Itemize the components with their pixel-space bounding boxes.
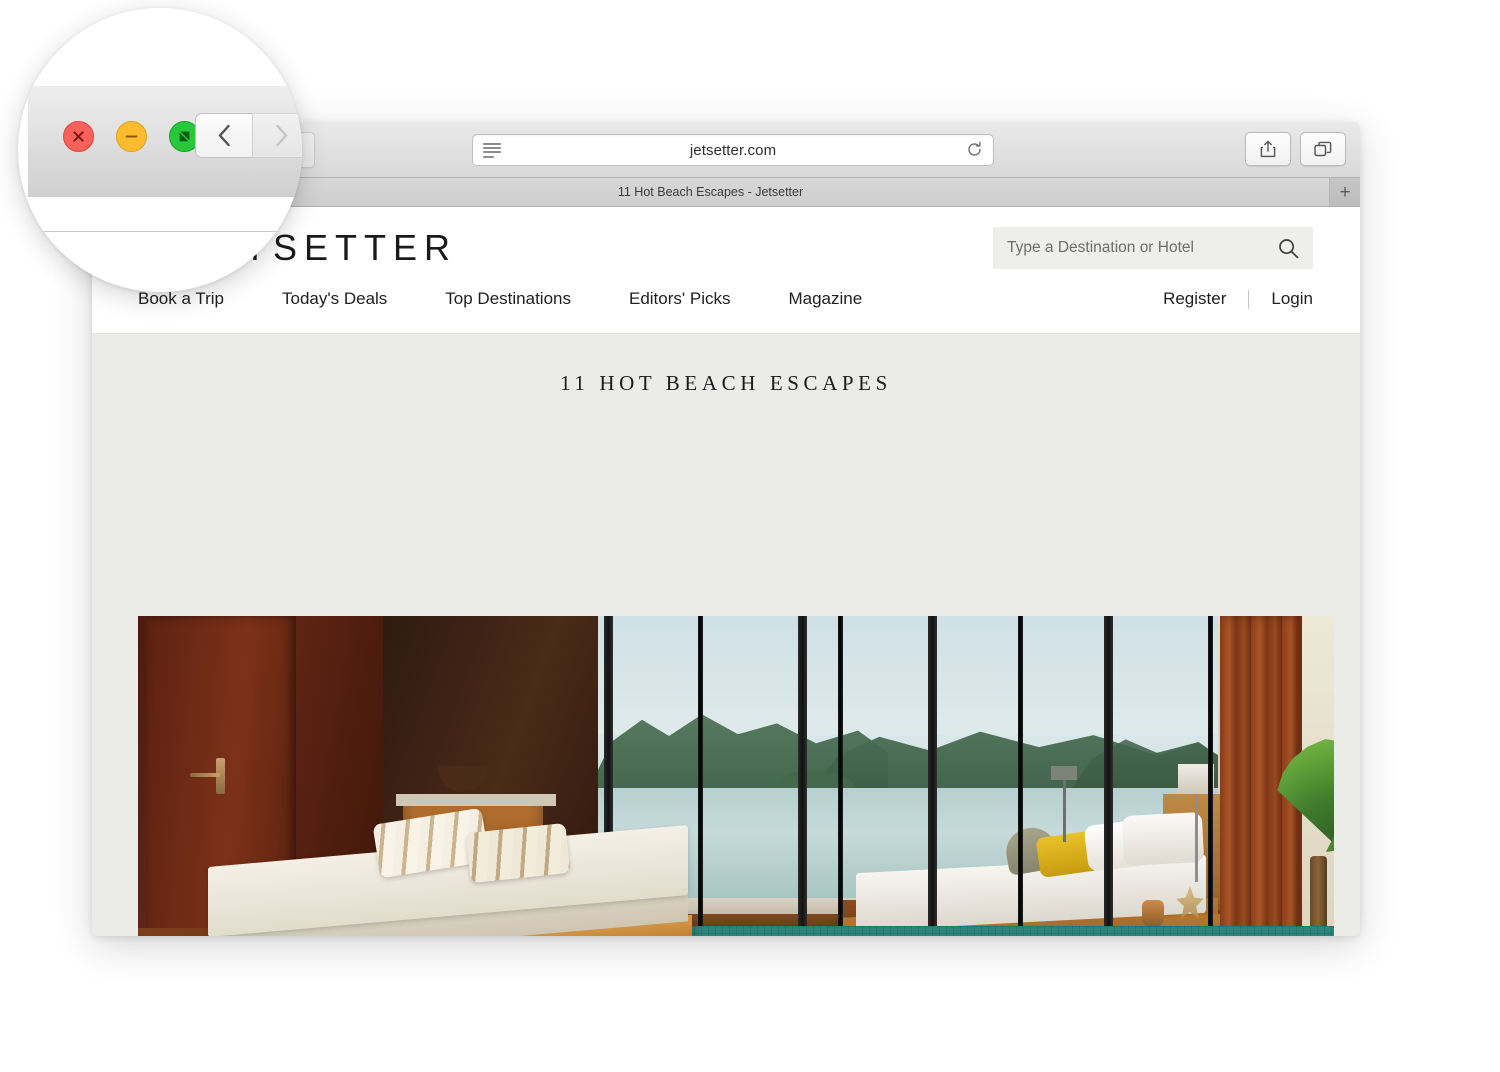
hero-mullion-8 [1208,616,1213,936]
close-x-icon [73,131,84,142]
hero-mullion-6 [1018,616,1023,936]
page-title: 11 HOT BEACH ESCAPES [560,371,892,395]
nav-item-editors-picks[interactable]: Editors' Picks [629,289,731,309]
hero-mullion-2 [698,616,703,936]
main-navigation: Book a Trip Today's Deals Top Destinatio… [138,289,920,309]
reload-icon [968,141,981,156]
hero-wall-lamp-arm [1063,776,1066,842]
page-content: 11 HOT BEACH ESCAPES [92,334,1360,936]
search-icon [1279,238,1299,258]
chevron-left-icon [218,124,230,147]
share-icon [1260,140,1276,158]
search-input[interactable] [993,238,1278,258]
toolbar-right-buttons [1245,132,1346,166]
hero-counter [396,794,556,806]
auth-divider [1248,289,1250,309]
hero-floor-lamp-pole [1195,786,1198,882]
url-text: jetsetter.com [689,141,777,159]
zoomed-close-button[interactable] [63,121,94,152]
hero-sky [598,616,1218,734]
hero-vase [1142,900,1164,928]
hero-mullion-7 [1104,616,1113,936]
hero-image[interactable] [138,616,1334,936]
register-link[interactable]: Register [1163,289,1226,309]
fullscreen-icon [179,131,190,142]
hero-illustration [138,616,1334,936]
auth-navigation: Register Login [1163,289,1313,309]
hero-mullion-5 [928,616,937,936]
address-bar[interactable]: jetsetter.com [472,134,994,166]
zoomed-back-button[interactable] [195,113,252,158]
reader-view-icon[interactable] [483,143,501,158]
tabs-overview-icon [1314,141,1332,157]
nav-item-top-destinations[interactable]: Top Destinations [445,289,571,309]
search-button[interactable] [1278,238,1313,259]
login-link[interactable]: Login [1271,289,1313,309]
hero-mullion-4 [838,616,843,936]
minus-icon [125,135,138,138]
zoomed-page-top [28,197,302,232]
site-search[interactable] [993,227,1313,269]
zoomed-window-controls [63,121,200,152]
new-tab-button[interactable]: + [1329,178,1360,206]
tab-title: 11 Hot Beach Escapes - Jetsetter [617,185,804,199]
zoomed-minimize-button[interactable] [116,121,147,152]
hero-mullion-3 [798,616,807,936]
nav-item-book-a-trip[interactable]: Book a Trip [138,289,224,309]
hero-wall-lamp-head [1051,766,1077,780]
reload-button[interactable] [966,141,983,163]
zoom-lens [18,8,302,292]
share-button[interactable] [1245,132,1291,166]
chevron-right-icon [275,124,287,147]
hero-door-lever [190,773,220,777]
zoomed-forward-button[interactable] [252,113,302,158]
nav-item-magazine[interactable]: Magazine [788,289,862,309]
zoom-lens-content [18,8,302,292]
hero-pillow-white-2 [1121,811,1205,867]
nav-item-todays-deals[interactable]: Today's Deals [282,289,387,309]
zoomed-navigation-buttons [195,113,302,158]
hero-palm-trunk [1310,856,1327,936]
show-tabs-button[interactable] [1300,132,1346,166]
hero-striped-pillow-2 [465,822,571,884]
